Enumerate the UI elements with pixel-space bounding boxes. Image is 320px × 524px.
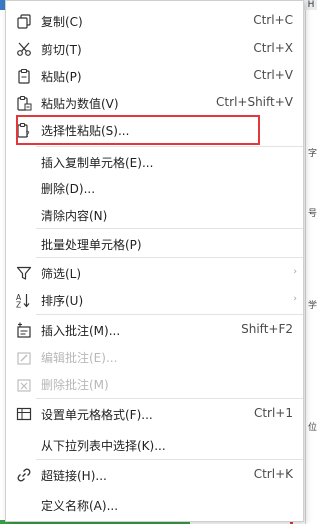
menu-label: 编辑批注(E)...: [41, 351, 118, 365]
delete-comment-icon: [17, 379, 31, 392]
edit-comment-icon: [17, 352, 31, 365]
menu-item-cut[interactable]: 剪切(T) Ctrl+X: [6, 35, 303, 63]
menu-label: 从下拉列表中选择(K)...: [41, 439, 166, 453]
menu-label: 排序(U): [41, 294, 84, 308]
menu-label: 插入复制单元格(E)...: [41, 156, 154, 170]
menu-label: 删除批注(M): [41, 378, 109, 392]
menu-item-insert-comment[interactable]: 插入批注(M)... Shift+F2: [6, 316, 303, 344]
menu-item-copy[interactable]: 复制(C) Ctrl+C: [6, 7, 303, 35]
menu-separator: [36, 257, 303, 258]
column-header-letter[interactable]: H: [305, 0, 317, 10]
menu-shortcut: Ctrl+X: [253, 41, 293, 55]
sort-icon: A Z: [16, 293, 30, 309]
menu-item-edit-comment[interactable]: 编辑批注(E)...: [6, 343, 303, 371]
menu-label: 删除(D)...: [41, 182, 96, 196]
context-menu: 复制(C) Ctrl+C 剪切(T) Ctrl+X 粘贴(P) Ctrl+V 粘…: [5, 0, 304, 522]
menu-item-format-cells[interactable]: 设置单元格格式(F)... Ctrl+1: [6, 400, 303, 428]
menu-shortcut: Ctrl+1: [253, 406, 293, 420]
link-icon: [17, 468, 31, 482]
menu-item-delete[interactable]: 删除(D)...: [6, 174, 303, 202]
paste-value-icon: [17, 95, 32, 111]
insert-comment-icon: [17, 322, 31, 338]
sheet-cell-text: 学: [308, 301, 318, 311]
menu-item-sort[interactable]: A Z 排序(U) ›: [6, 286, 303, 314]
menu-label: 筛选(L): [41, 267, 82, 281]
menu-label: 设置单元格格式(F)...: [41, 408, 153, 422]
menu-item-paste[interactable]: 粘贴(P) Ctrl+V: [6, 62, 303, 90]
menu-separator: [36, 146, 303, 147]
sheet-cell-text: 号: [308, 209, 318, 219]
highlight-annotation-box: [16, 115, 260, 145]
menu-label: 插入批注(M)...: [41, 324, 121, 338]
format-cells-icon: [16, 407, 32, 421]
menu-label: 粘贴(P): [41, 70, 82, 84]
menu-shortcut: Shift+F2: [241, 322, 293, 336]
menu-label: 清除内容(N): [41, 209, 108, 223]
menu-label: 定义名称(A)...: [41, 499, 119, 513]
scissors-icon: [17, 42, 31, 56]
menu-shortcut: Ctrl+C: [253, 13, 293, 27]
filter-icon: [16, 266, 32, 280]
sheet-cell-text: 位: [308, 423, 318, 433]
submenu-arrow-icon: ›: [293, 294, 297, 304]
sheet-cell-text: 字: [308, 149, 318, 159]
menu-shortcut: Ctrl+K: [253, 467, 293, 481]
menu-separator: [36, 398, 303, 399]
paste-icon: [18, 68, 30, 84]
menu-separator: [36, 228, 303, 229]
menu-label: 批量处理单元格(P): [41, 238, 142, 252]
menu-item-delete-comment[interactable]: 删除批注(M): [6, 370, 303, 398]
menu-item-pick-from-list[interactable]: 从下拉列表中选择(K)...: [6, 431, 303, 459]
menu-item-paste-values[interactable]: 粘贴为数值(V) Ctrl+Shift+V: [6, 89, 303, 117]
menu-label: 剪切(T): [41, 43, 82, 57]
menu-label: 复制(C): [41, 15, 83, 29]
menu-label: 粘贴为数值(V): [41, 97, 119, 111]
menu-item-define-name[interactable]: 定义名称(A)...: [6, 491, 303, 519]
submenu-arrow-icon: ›: [293, 267, 297, 277]
menu-item-hyperlink[interactable]: 超链接(H)... Ctrl+K: [6, 461, 303, 489]
menu-item-clear-contents[interactable]: 清除内容(N): [6, 201, 303, 229]
menu-shortcut: Ctrl+Shift+V: [216, 95, 293, 109]
menu-label: 超链接(H)...: [41, 469, 107, 483]
menu-item-insert-copied-cells[interactable]: 插入复制单元格(E)...: [6, 148, 303, 176]
menu-item-filter[interactable]: 筛选(L) ›: [6, 259, 303, 287]
menu-separator: [36, 459, 303, 460]
copy-icon: [17, 14, 31, 29]
menu-item-batch-process[interactable]: 批量处理单元格(P): [6, 230, 303, 258]
svg-text:Z: Z: [16, 301, 21, 309]
sheet-background-column: [305, 0, 318, 524]
menu-shortcut: Ctrl+V: [253, 68, 293, 82]
menu-separator: [36, 314, 303, 315]
